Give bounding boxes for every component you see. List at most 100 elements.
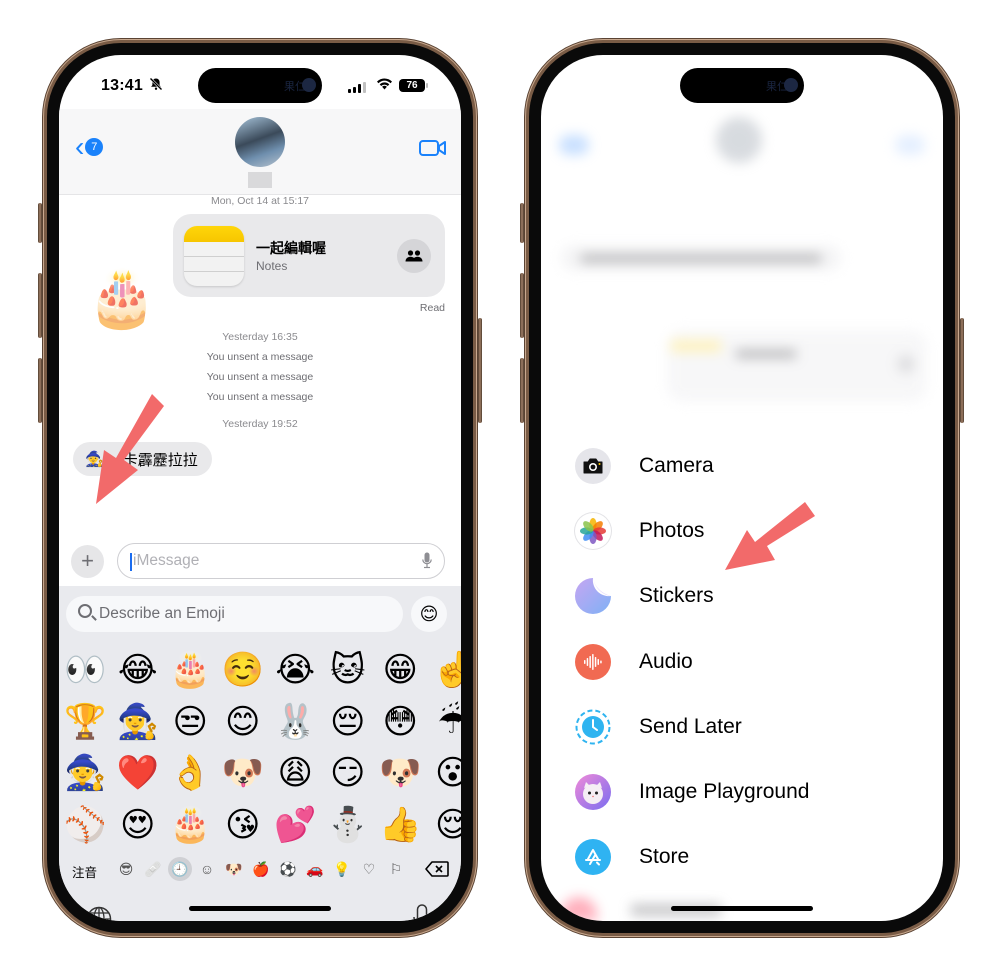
volume-up-button — [520, 273, 524, 338]
backspace-icon[interactable] — [425, 861, 449, 877]
power-button — [960, 318, 964, 423]
recents-category-icon[interactable]: 🕘 — [168, 857, 192, 881]
emoji-key[interactable]: 👍 — [374, 805, 427, 857]
emoji-key[interactable]: 😔 — [322, 702, 375, 754]
emoji-categories: 😎 🩹 🕘 ☺ 🐶 🍎 ⚽ 🚗 💡 ♡ ⚐ — [114, 857, 408, 881]
emoji-key[interactable]: 🐶 — [374, 753, 427, 805]
emoji-key[interactable]: 😊 — [217, 702, 270, 754]
menu-item-stickers[interactable]: Stickers — [575, 564, 809, 629]
dynamic-island: 果仁 — [198, 68, 322, 103]
status-time: 13:41 — [101, 77, 143, 94]
action-button — [520, 203, 524, 243]
emoji-key[interactable]: ⛄ — [322, 805, 375, 857]
menu-item-label: Send Later — [639, 714, 742, 738]
emoji-key[interactable]: 🐶 — [217, 753, 270, 805]
menu-item-label: Image Playground — [639, 780, 810, 804]
emoji-key[interactable]: 😘 — [217, 805, 270, 857]
menu-item-label: Photos — [639, 518, 705, 542]
emoji-key[interactable]: 🧙‍♀️ — [112, 702, 165, 754]
action-button — [38, 203, 42, 243]
birthday-cake-sticker[interactable]: 🎂 — [87, 265, 157, 331]
food-category-icon[interactable]: 🍎 — [249, 857, 273, 881]
emoji-search-input[interactable]: Describe an Emoji — [66, 596, 403, 632]
contact-avatar[interactable] — [235, 117, 285, 167]
emoji-key[interactable]: 😏 — [322, 753, 375, 805]
emoji-key[interactable]: 😁 — [374, 650, 427, 702]
emoji-key[interactable]: 😮 — [427, 753, 461, 805]
collaborators-icon[interactable] — [397, 239, 431, 273]
emoji-key[interactable]: 👌 — [164, 753, 217, 805]
contact-name-redacted — [248, 172, 272, 188]
emoji-key[interactable]: 🐱 — [322, 650, 375, 702]
objects-category-icon[interactable]: 💡 — [330, 857, 354, 881]
dictation-mic-icon[interactable] — [422, 552, 432, 569]
emoji-key[interactable]: 🏆 — [59, 702, 112, 754]
video-camera-icon[interactable] — [419, 139, 447, 157]
annotation-arrow-plus — [96, 394, 164, 504]
power-button — [478, 318, 482, 423]
emoji-key[interactable]: ☺️ — [217, 650, 270, 702]
note-title: 一起編輯喔 — [256, 240, 326, 256]
notes-shared-bubble[interactable]: 一起編輯喔 Notes — [173, 214, 445, 297]
emoji-key[interactable]: 😳 — [374, 702, 427, 754]
audio-waveform-icon — [575, 643, 611, 680]
genmoji-button[interactable]: 😊 — [411, 596, 447, 632]
stickers-icon — [575, 578, 611, 615]
right-phone-frame: 果仁 Camera Photos Stickers Audio Send Later Im… — [520, 43, 964, 933]
zhuyin-keyboard-switch[interactable]: 注音 — [72, 862, 97, 881]
emoji-key[interactable]: 😍 — [112, 805, 165, 857]
note-app-label: Notes — [256, 259, 288, 273]
emoji-category-bar: 注音 😎 🩹 🕘 ☺ 🐶 🍎 ⚽ 🚗 💡 ♡ ⚐ — [59, 855, 461, 885]
conversation-header: ‹ 7 — [59, 109, 461, 195]
plus-button[interactable]: + — [71, 545, 104, 578]
memoji-category-icon[interactable]: 😎 — [114, 857, 138, 881]
menu-item-store[interactable]: Store — [575, 825, 809, 890]
emoji-key[interactable]: 🎂 — [164, 805, 217, 857]
globe-icon[interactable] — [86, 906, 112, 921]
wifi-icon — [376, 77, 393, 93]
smileys-category-icon[interactable]: ☺ — [195, 857, 219, 881]
emoji-key[interactable]: 🎂 — [164, 650, 217, 702]
right-screen: 果仁 Camera Photos Stickers Audio Send Later Im… — [541, 55, 943, 921]
emoji-key[interactable]: 😌 — [427, 805, 461, 857]
menu-item-camera[interactable]: Camera — [575, 433, 809, 498]
stickers-category-icon[interactable]: 🩹 — [141, 857, 165, 881]
volume-up-button — [38, 273, 42, 338]
compose-bar: + iMessage — [59, 540, 461, 586]
emoji-key[interactable]: ☝️ — [427, 650, 461, 702]
emoji-key[interactable]: ❤️ — [112, 753, 165, 805]
emoji-key[interactable]: 👀 — [59, 650, 112, 702]
camera-icon — [575, 447, 611, 484]
dictation-mic-icon[interactable] — [413, 904, 431, 921]
menu-item-label: Audio — [639, 649, 693, 673]
battery-indicator: 76 — [399, 79, 428, 92]
emoji-key[interactable]: 😩 — [269, 753, 322, 805]
read-receipt: Read — [419, 302, 445, 314]
island-person-icon — [784, 78, 798, 92]
activity-category-icon[interactable]: ⚽ — [276, 857, 300, 881]
home-indicator[interactable] — [671, 906, 813, 911]
menu-item-audio[interactable]: Audio — [575, 629, 809, 694]
emoji-key[interactable]: 💕 — [269, 805, 322, 857]
animals-category-icon[interactable]: 🐶 — [222, 857, 246, 881]
menu-item-image-playground[interactable]: Image Playground — [575, 759, 809, 824]
emoji-key[interactable]: 🐰 — [269, 702, 322, 754]
menu-item-send-later[interactable]: Send Later — [575, 694, 809, 759]
emoji-key[interactable]: 😂 — [112, 650, 165, 702]
dynamic-island: 果仁 — [680, 68, 804, 103]
back-button[interactable]: ‹ 7 — [75, 133, 104, 161]
message-input[interactable]: iMessage — [117, 543, 445, 579]
emoji-key[interactable]: ☔ — [427, 702, 462, 754]
emoji-key[interactable]: 🧙 — [59, 753, 112, 805]
message-placeholder: iMessage — [133, 552, 200, 569]
flags-category-icon[interactable]: ⚐ — [384, 857, 408, 881]
travel-category-icon[interactable]: 🚗 — [303, 857, 327, 881]
bell-slash-icon — [149, 77, 163, 94]
home-indicator[interactable] — [189, 906, 331, 911]
island-person-icon — [302, 78, 316, 92]
emoji-key[interactable]: 😭 — [269, 650, 322, 702]
emoji-key[interactable]: ⚾ — [59, 805, 112, 857]
text-caret — [130, 553, 132, 571]
symbols-category-icon[interactable]: ♡ — [357, 857, 381, 881]
emoji-key[interactable]: 😒 — [164, 702, 217, 754]
